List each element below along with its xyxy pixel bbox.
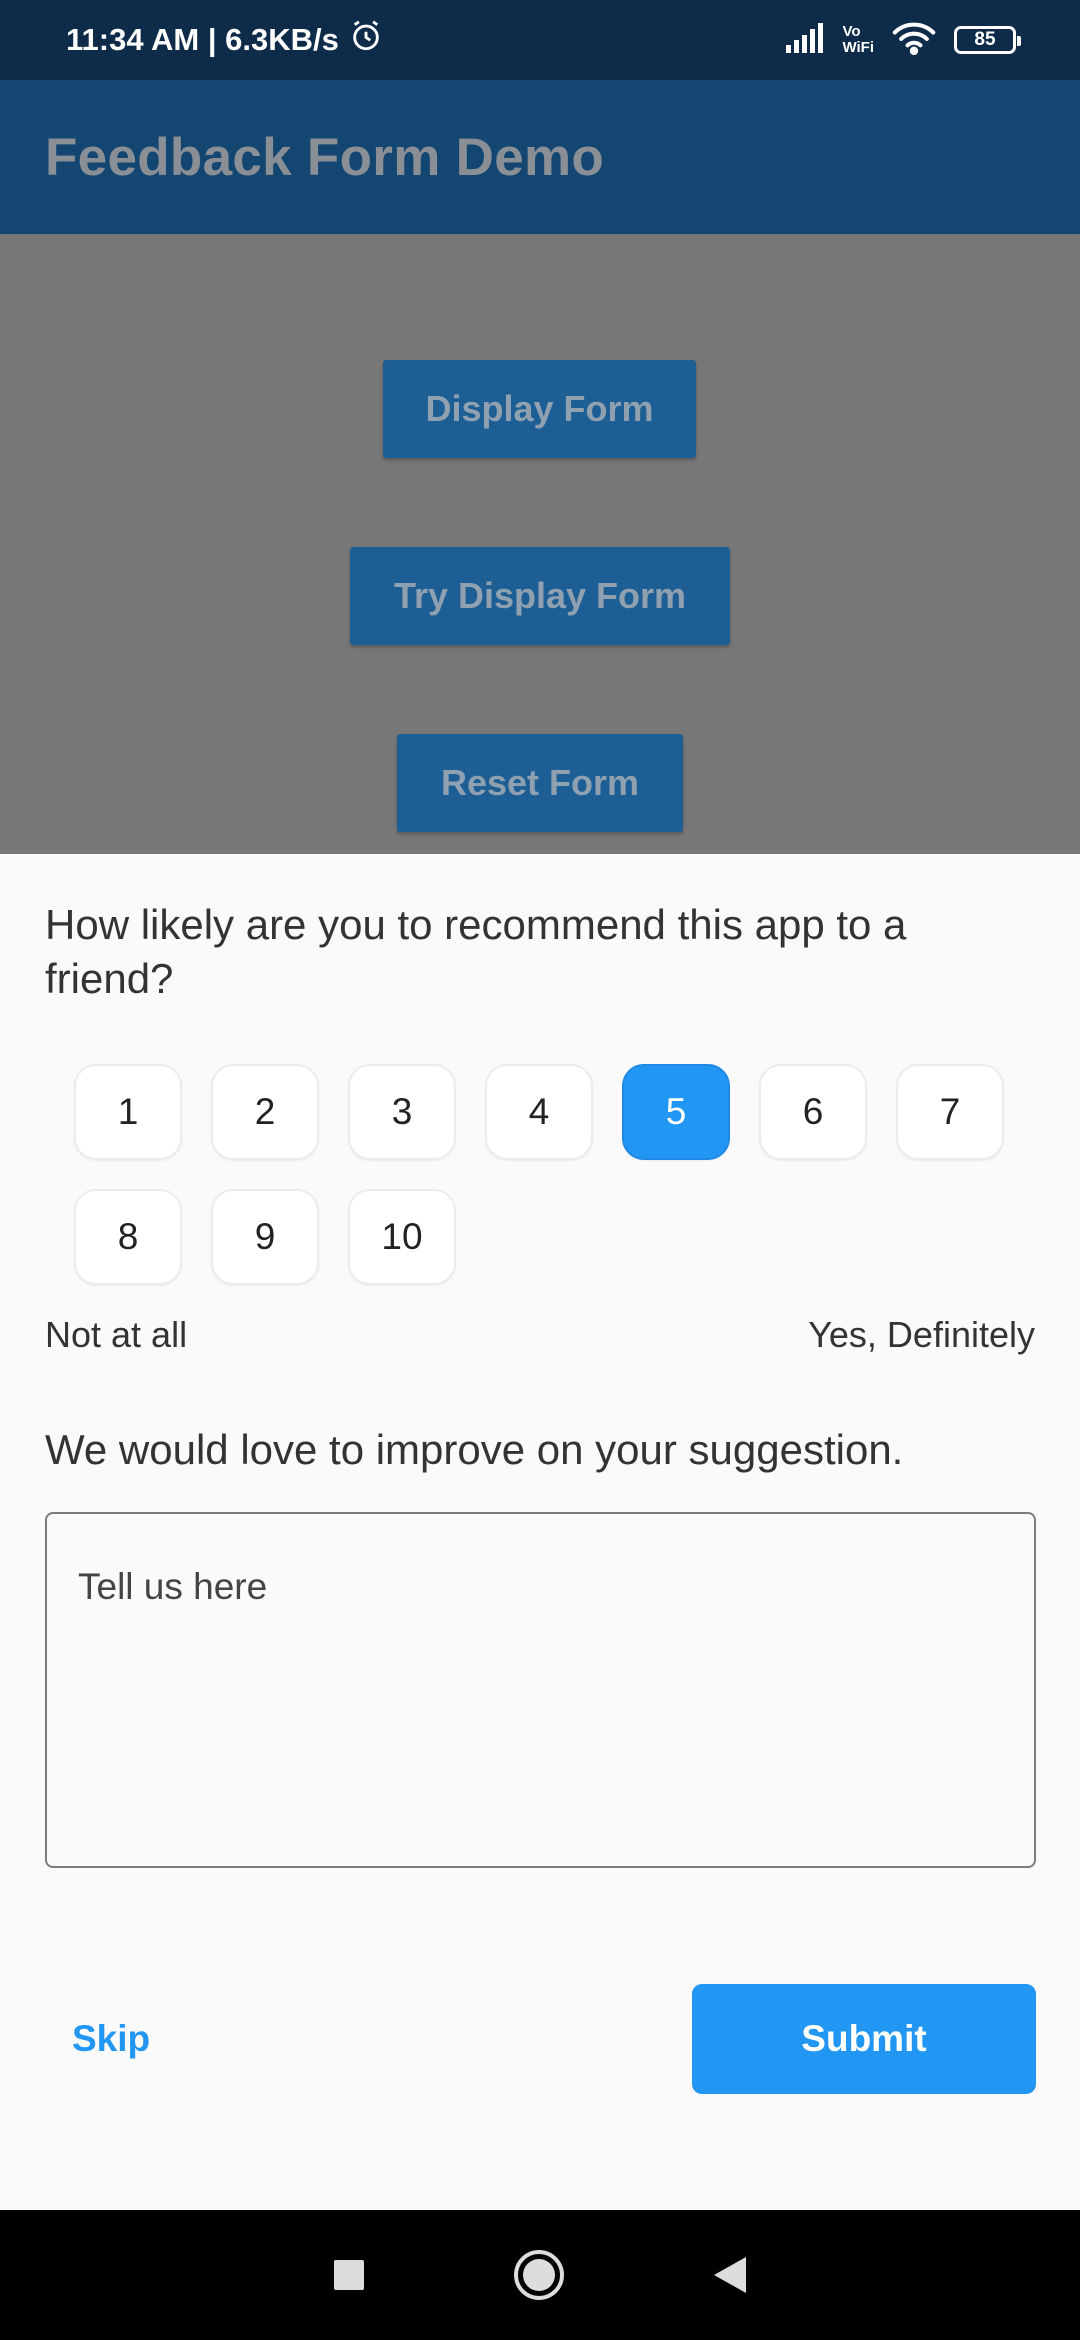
screen: 11:34 AM | 6.3KB/s Vo WiFi 85 Feedback F… (0, 0, 1080, 2340)
background-content: Display Form Try Display Form Reset Form (0, 234, 1080, 854)
feedback-bottom-sheet: How likely are you to recommend this app… (0, 854, 1080, 2210)
scale-labels: Not at all Yes, Definitely (45, 1314, 1035, 1356)
rating-option-6[interactable]: 6 (759, 1064, 867, 1160)
reset-form-button[interactable]: Reset Form (397, 734, 683, 832)
signal-icon (784, 22, 824, 58)
battery-icon: 85 (954, 26, 1021, 54)
battery-level: 85 (974, 29, 996, 50)
back-icon[interactable] (714, 2257, 746, 2293)
vowifi-icon: Vo WiFi (842, 24, 874, 56)
display-form-button[interactable]: Display Form (383, 360, 696, 458)
rating-option-1[interactable]: 1 (74, 1064, 182, 1160)
suggestion-prompt: We would love to improve on your suggest… (45, 1426, 904, 1473)
suggestion-textarea[interactable]: Tell us here (45, 1512, 1036, 1868)
scale-low-label: Not at all (45, 1314, 188, 1355)
wifi-icon (892, 21, 936, 60)
rating-scale: 1 2 3 4 5 6 7 8 9 10 (74, 1064, 1014, 1285)
status-bar: 11:34 AM | 6.3KB/s Vo WiFi 85 (0, 0, 1080, 80)
skip-button[interactable]: Skip (72, 2018, 150, 2060)
rating-option-7[interactable]: 7 (896, 1064, 1004, 1160)
rating-option-8[interactable]: 8 (74, 1189, 182, 1285)
app-title: Feedback Form Demo (45, 127, 605, 187)
vowifi-top: Vo (842, 23, 861, 40)
scale-high-label: Yes, Definitely (808, 1314, 1035, 1355)
textarea-placeholder: Tell us here (78, 1566, 268, 1607)
rating-option-9[interactable]: 9 (211, 1189, 319, 1285)
alarm-icon (349, 19, 383, 61)
system-nav-bar (0, 2210, 1080, 2340)
vowifi-bottom: WiFi (842, 39, 874, 56)
rating-option-5[interactable]: 5 (622, 1064, 730, 1160)
rating-option-3[interactable]: 3 (348, 1064, 456, 1160)
status-left: 11:34 AM | 6.3KB/s (66, 19, 383, 61)
try-display-form-button[interactable]: Try Display Form (350, 547, 730, 645)
rating-option-4[interactable]: 4 (485, 1064, 593, 1160)
status-time: 11:34 AM | 6.3KB/s (66, 22, 339, 57)
submit-button[interactable]: Submit (692, 1984, 1036, 2094)
status-right: Vo WiFi 85 (784, 21, 1021, 60)
rating-option-2[interactable]: 2 (211, 1064, 319, 1160)
recents-icon[interactable] (334, 2260, 364, 2290)
home-icon[interactable] (514, 2250, 564, 2300)
question-text: How likely are you to recommend this app… (45, 901, 907, 1002)
rating-option-10[interactable]: 10 (348, 1189, 456, 1285)
app-bar: Feedback Form Demo (0, 80, 1080, 234)
